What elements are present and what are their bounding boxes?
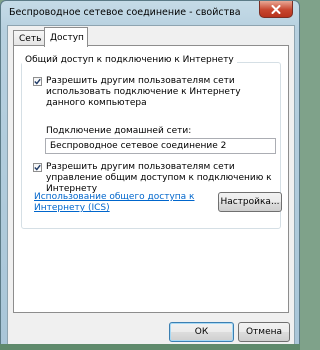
- tab-network[interactable]: Сеть: [13, 30, 45, 46]
- properties-window: Беспроводное сетевое соединение - свойст…: [0, 0, 300, 350]
- ok-button[interactable]: ОК: [169, 322, 234, 342]
- cancel-button[interactable]: Отмена: [238, 322, 290, 342]
- home-connection-field[interactable]: Беспроводное сетевое соединение 2: [45, 138, 276, 154]
- allow-control-label: Разрешить другим пользователям сети упра…: [46, 162, 272, 194]
- close-icon: [271, 4, 281, 14]
- checkmark-icon: [34, 164, 41, 171]
- close-button[interactable]: [259, 1, 293, 18]
- home-connection-label: Подключение домашней сети:: [46, 126, 192, 136]
- group-title: Общий доступ к подключению к Интернету: [22, 55, 237, 65]
- allow-internet-label: Разрешить другим пользователям сети испо…: [46, 76, 241, 108]
- checkmark-icon: [34, 78, 41, 85]
- window-title: Беспроводное сетевое соединение - свойст…: [9, 7, 241, 18]
- title-bar[interactable]: Беспроводное сетевое соединение - свойст…: [1, 1, 299, 25]
- allow-control-checkbox[interactable]: [33, 163, 42, 172]
- settings-button[interactable]: Настройка...: [218, 192, 282, 212]
- allow-internet-checkbox[interactable]: [33, 77, 42, 86]
- access-tab-panel: Общий доступ к подключению к Интернету Р…: [13, 45, 289, 313]
- ics-help-link[interactable]: Использование общего доступа к Интернету…: [34, 192, 214, 214]
- tab-access[interactable]: Доступ: [44, 27, 88, 47]
- desktop-background: [0, 344, 300, 350]
- dialog-client-area: Сеть Доступ Общий доступ к подключению к…: [7, 25, 295, 345]
